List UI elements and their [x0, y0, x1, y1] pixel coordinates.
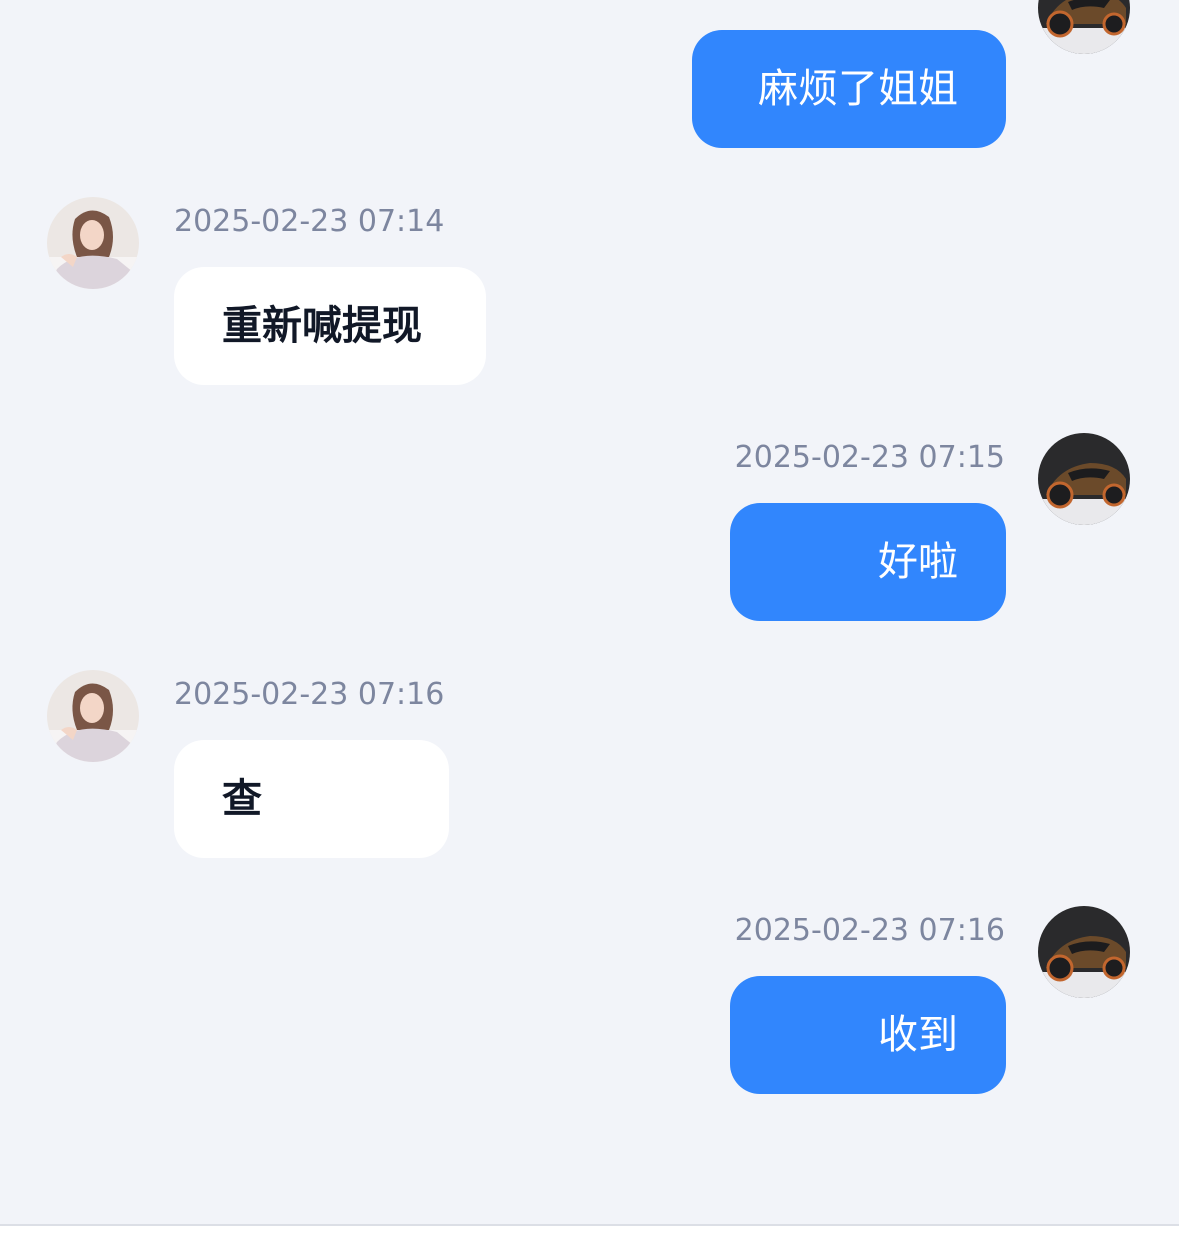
message-text: 查: [222, 776, 262, 822]
contact-avatar[interactable]: [47, 670, 139, 762]
message-bubble[interactable]: 好啦: [730, 503, 1006, 621]
message-text: 收到: [878, 1012, 958, 1058]
input-bar-edge: [0, 1224, 1179, 1237]
car-avatar-icon: [1038, 0, 1130, 54]
message-text: 重新喊提现: [222, 303, 422, 349]
message-timestamp: 2025-02-23 07:16: [734, 913, 1005, 948]
self-avatar[interactable]: [1038, 906, 1130, 998]
chat-message-list[interactable]: 麻烦了姐姐 2025-02-23 07:14 重新喊提现 2025-02-23 …: [0, 0, 1179, 1224]
car-avatar-icon: [1038, 433, 1130, 525]
car-avatar-icon: [1038, 906, 1130, 998]
message-timestamp: 2025-02-23 07:15: [734, 440, 1005, 475]
contact-avatar[interactable]: [47, 197, 139, 289]
self-avatar[interactable]: [1038, 0, 1130, 54]
message-bubble[interactable]: 重新喊提现: [174, 267, 486, 385]
message-bubble[interactable]: 收到: [730, 976, 1006, 1094]
message-timestamp: 2025-02-23 07:16: [174, 677, 445, 712]
girl-avatar-icon: [47, 670, 139, 762]
message-timestamp: 2025-02-23 07:14: [174, 204, 445, 239]
message-bubble[interactable]: 麻烦了姐姐: [692, 30, 1006, 148]
message-text: 麻烦了姐姐: [758, 66, 958, 112]
message-bubble[interactable]: 查: [174, 740, 449, 858]
girl-avatar-icon: [47, 197, 139, 289]
message-text: 好啦: [878, 539, 958, 585]
self-avatar[interactable]: [1038, 433, 1130, 525]
